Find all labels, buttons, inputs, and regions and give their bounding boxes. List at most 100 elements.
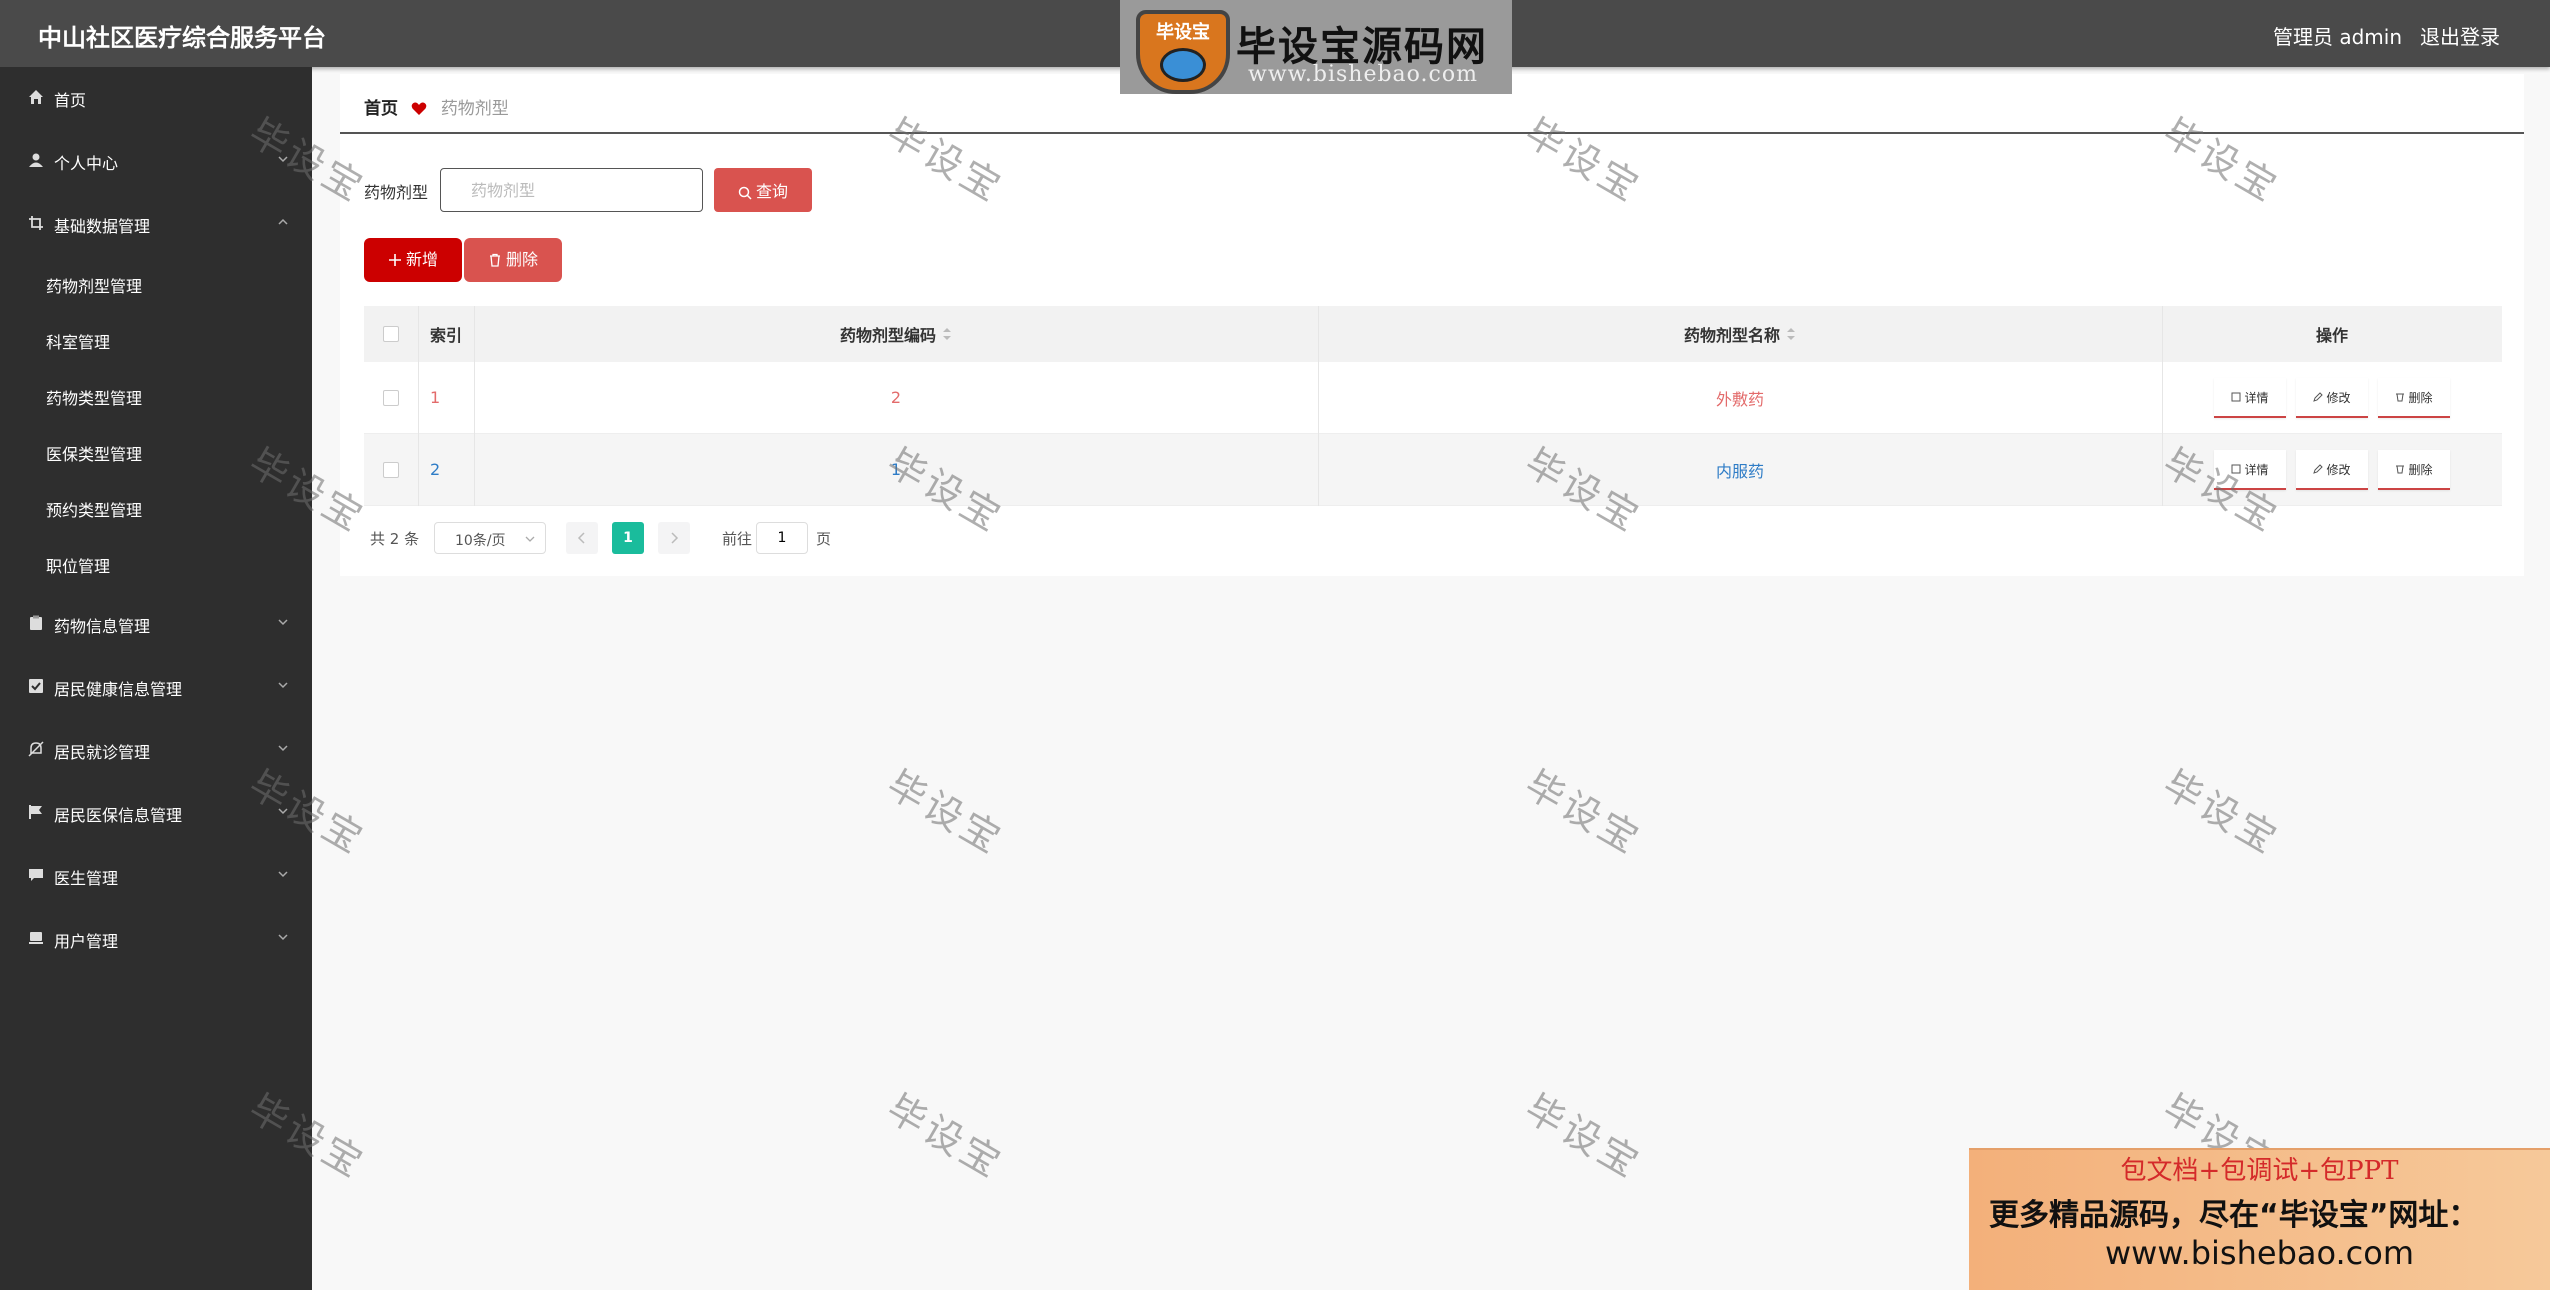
batch-delete-button-label: 删除	[505, 250, 538, 269]
sidebar-subitem-label: 药物剂型管理	[46, 277, 143, 296]
edit-button[interactable]: 修改	[2296, 378, 2368, 418]
cell-name: 外敷药	[1715, 389, 1764, 409]
sidebar-item-drug-info[interactable]: 药物信息管理	[0, 603, 312, 643]
sidebar-item-resident-visit[interactable]: 居民就诊管理	[0, 729, 312, 769]
flag-icon	[29, 805, 42, 819]
sort-icon[interactable]	[1786, 327, 1796, 341]
sidebar-item-resident-insurance[interactable]: 居民医保信息管理	[0, 792, 312, 832]
sidebar-item-doctor[interactable]: 医生管理	[0, 855, 312, 895]
edit-button-label: 修改	[2326, 390, 2351, 405]
dosage-form-search-input[interactable]	[440, 168, 703, 212]
row-checkbox[interactable]	[383, 461, 399, 478]
select-all-cell	[364, 306, 418, 362]
home-icon	[29, 90, 43, 104]
col-header-name[interactable]: 药物剂型名称	[1318, 306, 2162, 362]
watermark: 毕设宝	[1517, 1085, 1649, 1188]
chevron-down-icon	[278, 619, 288, 626]
user-icon	[29, 153, 43, 167]
sidebar-subitem-department[interactable]: 科室管理	[0, 319, 312, 359]
bell-off-icon	[28, 741, 44, 757]
prev-page-button[interactable]	[566, 522, 598, 554]
col-header-label: 药物剂型编码	[839, 326, 936, 345]
sidebar-subitem-label: 科室管理	[46, 333, 111, 352]
sidebar-subitem-position[interactable]: 职位管理	[0, 543, 312, 583]
breadcrumb-divider	[340, 132, 2524, 134]
sidebar-item-label: 个人中心	[54, 154, 119, 173]
sort-icon[interactable]	[942, 327, 952, 341]
sidebar-subitem-drug-type[interactable]: 药物类型管理	[0, 375, 312, 415]
chevron-down-icon	[278, 156, 288, 163]
breadcrumb: 首页 药物剂型	[364, 94, 509, 119]
trash-icon	[2396, 393, 2405, 402]
delete-button[interactable]: 删除	[2378, 450, 2450, 490]
logo-url: www.bishebao.com	[1248, 62, 1478, 87]
delete-button[interactable]: 删除	[2378, 378, 2450, 418]
document-icon	[2231, 392, 2241, 402]
edit-button-label: 修改	[2326, 462, 2351, 477]
sidebar-item-personal-center[interactable]: 个人中心	[0, 140, 312, 180]
chevron-right-icon	[671, 532, 679, 544]
cell-index: 2	[430, 460, 441, 479]
logout-link[interactable]: 退出登录	[2420, 21, 2500, 50]
chevron-down-icon	[278, 871, 288, 878]
sidebar-subitem-label: 预约类型管理	[46, 501, 143, 520]
watermark: 毕设宝	[2155, 761, 2287, 864]
check-square-icon	[29, 679, 43, 693]
sidebar-subitem-label: 职位管理	[46, 557, 111, 576]
delete-button-label: 删除	[2408, 462, 2433, 477]
chevron-left-icon	[577, 532, 585, 544]
chevron-up-icon	[278, 218, 288, 225]
sidebar-item-label: 医生管理	[54, 869, 119, 888]
sidebar: 首页 个人中心 基础数据管理 药物剂型管理 科室管理 药物类型管理 医保类型管理…	[0, 67, 312, 1290]
detail-button[interactable]: 详情	[2214, 378, 2286, 418]
breadcrumb-home[interactable]: 首页	[364, 99, 398, 119]
table-row: 1 2 外敷药 详情 修改 删除	[364, 362, 2502, 434]
table-header: 索引 药物剂型编码 药物剂型名称 操作	[364, 306, 2502, 362]
sidebar-item-label: 用户管理	[54, 932, 119, 951]
chevron-down-icon	[278, 745, 288, 752]
sidebar-subitem-appointment-type[interactable]: 预约类型管理	[0, 487, 312, 527]
cell-code: 2	[890, 388, 902, 407]
document-icon	[2231, 464, 2241, 474]
plus-icon	[388, 254, 401, 266]
sidebar-item-label: 居民医保信息管理	[54, 806, 183, 825]
goto-unit: 页	[816, 530, 832, 548]
cell-code: 1	[890, 460, 902, 479]
page-number-current[interactable]: 1	[612, 522, 644, 554]
promo-message: 更多精品源码，尽在“毕设宝”网址：	[1989, 1198, 2479, 1233]
watermark: 毕设宝	[1517, 761, 1649, 864]
batch-delete-button[interactable]: 删除	[464, 238, 562, 282]
heart-icon	[412, 102, 427, 115]
chat-icon	[29, 869, 43, 881]
sidebar-subitem-dosage-form[interactable]: 药物剂型管理	[0, 263, 312, 303]
sidebar-item-home[interactable]: 首页	[0, 77, 312, 117]
query-button[interactable]: 查询	[714, 168, 812, 212]
crop-icon	[29, 216, 43, 230]
logo-emblem-text: 毕设宝	[1156, 22, 1210, 43]
promo-url: www.bishebao.com	[2104, 1234, 2415, 1272]
cell-index: 1	[430, 388, 441, 407]
sidebar-subitem-insurance-type[interactable]: 医保类型管理	[0, 431, 312, 471]
sidebar-item-resident-health[interactable]: 居民健康信息管理	[0, 666, 312, 706]
delete-button-label: 删除	[2408, 390, 2433, 405]
add-button[interactable]: 新增	[364, 238, 462, 282]
next-page-button[interactable]	[658, 522, 690, 554]
sidebar-item-label: 首页	[54, 91, 87, 110]
row-checkbox[interactable]	[383, 389, 399, 406]
goto-page-input[interactable]	[756, 522, 808, 554]
edit-button[interactable]: 修改	[2296, 450, 2368, 490]
sidebar-item-basic-data[interactable]: 基础数据管理	[0, 203, 312, 243]
sidebar-item-label: 基础数据管理	[54, 217, 151, 236]
watermark: 毕设宝	[879, 761, 1011, 864]
col-header-code[interactable]: 药物剂型编码	[474, 306, 1318, 362]
page-size-select[interactable]: 10条/页	[434, 522, 546, 554]
logo-face-icon	[1160, 48, 1206, 82]
col-header-index: 索引	[429, 326, 462, 345]
logo-emblem: 毕设宝	[1136, 10, 1230, 94]
add-button-label: 新增	[405, 250, 438, 269]
select-all-checkbox[interactable]	[383, 326, 399, 342]
detail-button-label: 详情	[2244, 390, 2269, 405]
detail-button[interactable]: 详情	[2214, 450, 2286, 490]
sidebar-item-user[interactable]: 用户管理	[0, 918, 312, 958]
pagination-total: 共 2 条	[370, 530, 420, 548]
